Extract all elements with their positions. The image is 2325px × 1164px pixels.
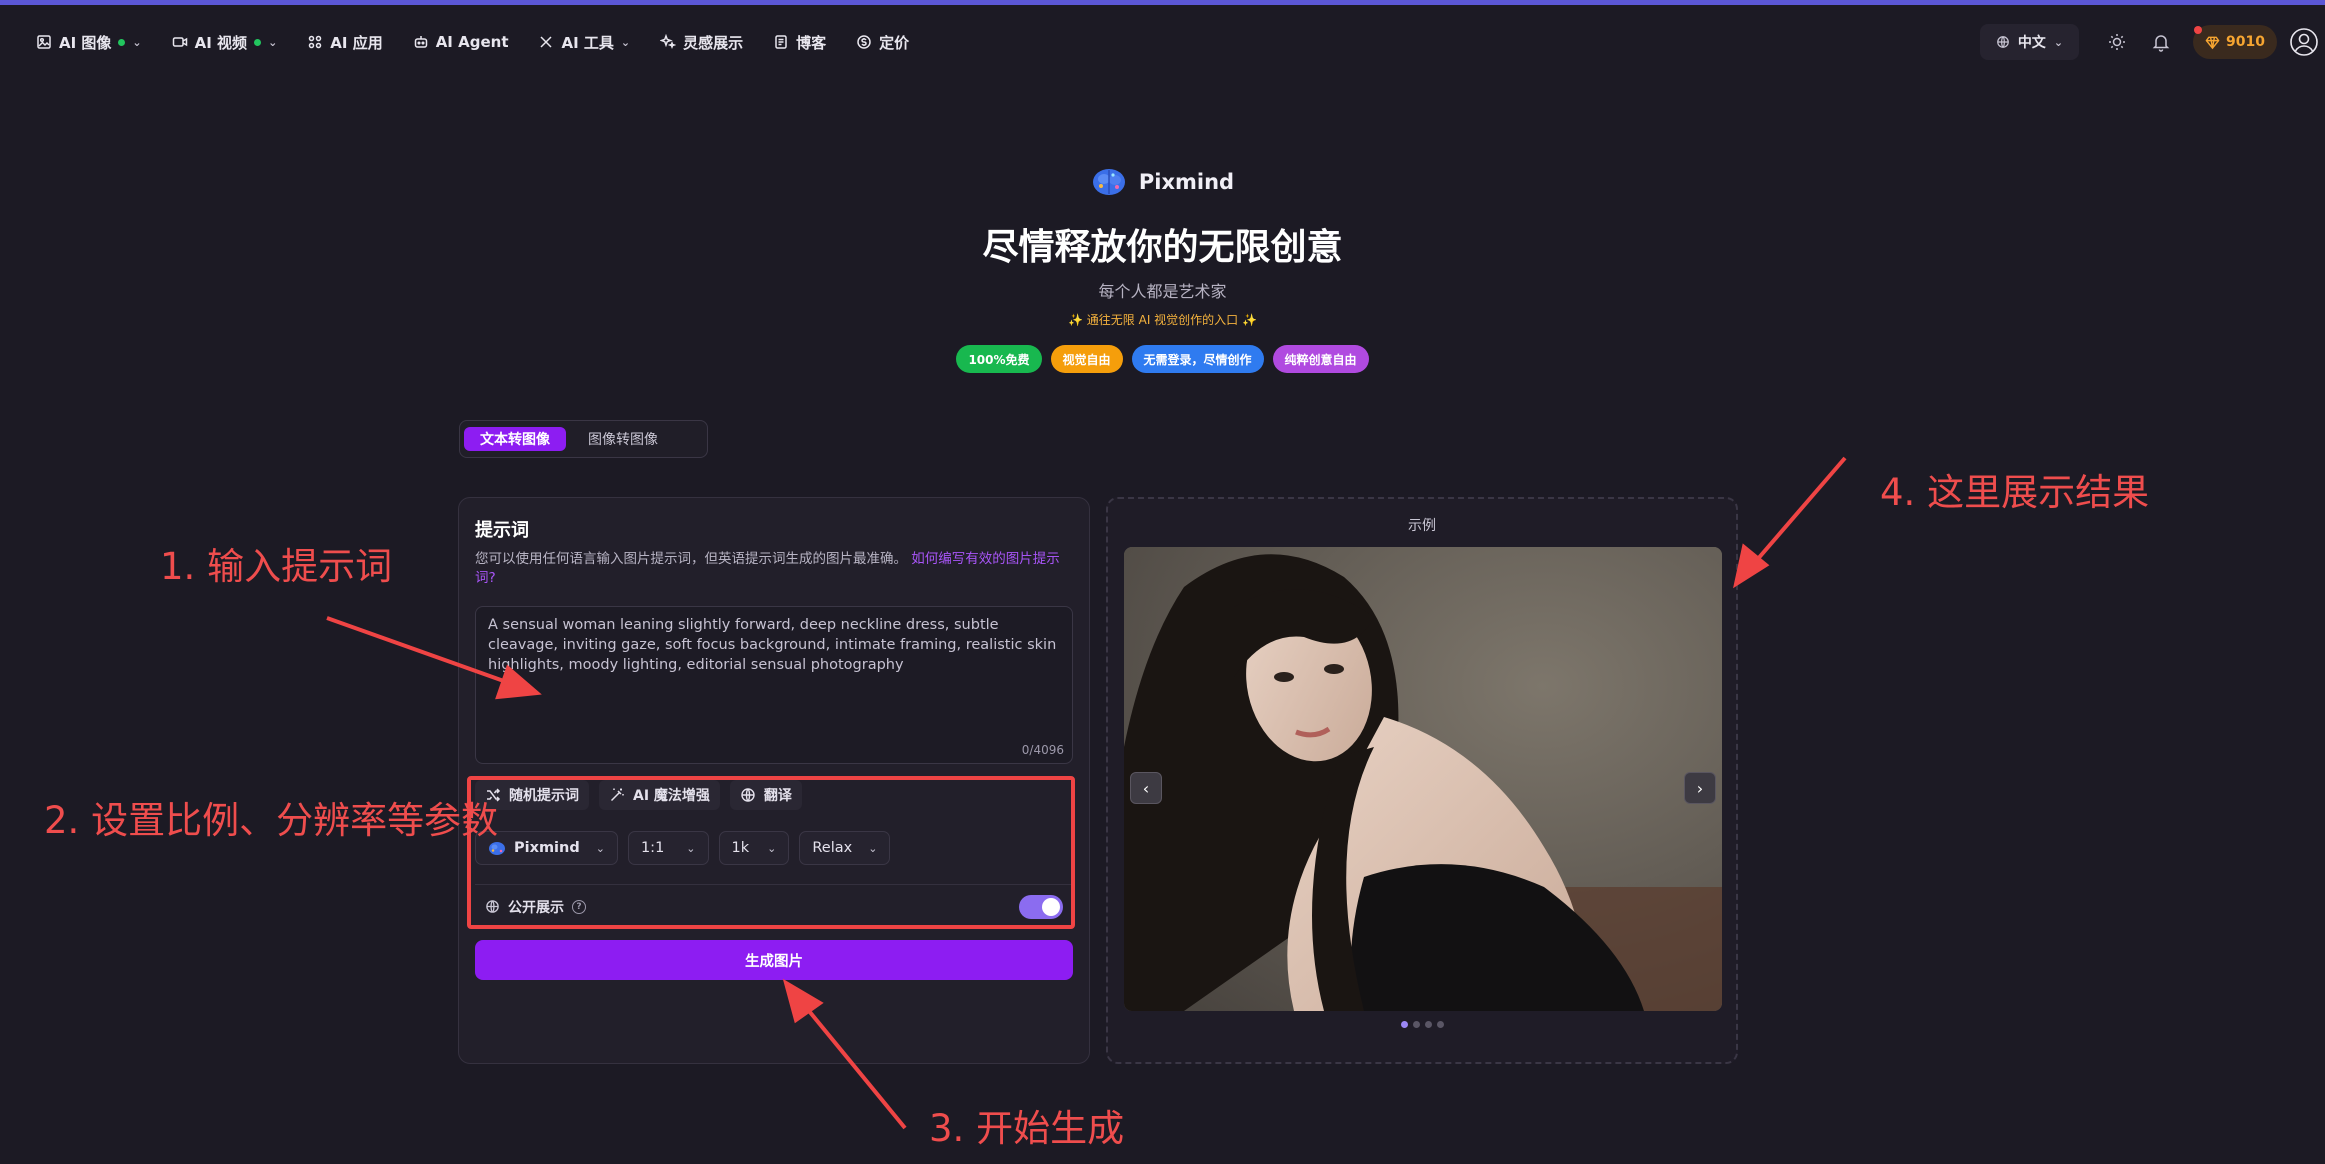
nav-actions: 中文 ⌄ 9010 — [1979, 5, 2325, 79]
nav-item-ai-agent[interactable]: AI Agent — [413, 33, 509, 51]
prompt-panel-title: 提示词 — [475, 520, 529, 541]
prev-slide-button[interactable]: ‹ — [1130, 772, 1162, 804]
image-icon — [37, 35, 51, 49]
nav-item-blog[interactable]: 博客 — [773, 32, 826, 53]
carousel-dot[interactable] — [1412, 1021, 1420, 1028]
nav-item-label: AI 图像 — [59, 33, 112, 52]
status-dot — [254, 38, 262, 46]
prompt-input[interactable]: A sensual woman leaning slightly forward… — [475, 606, 1073, 764]
feature-badge: 100%免费 — [956, 345, 1042, 373]
tools-icon — [540, 36, 553, 48]
price-icon — [857, 35, 871, 49]
feature-badges: 100%免费 视觉自由 无需登录，尽情创作 纯粹创意自由 — [0, 345, 2325, 373]
prompt-input-text[interactable]: A sensual woman leaning slightly forward… — [488, 615, 1062, 675]
page-title: 尽情释放你的无限创意 — [982, 227, 1343, 268]
diamond-icon — [2205, 36, 2220, 49]
nav-item-label: AI Agent — [435, 33, 509, 51]
nav-item-label: 定价 — [879, 33, 910, 52]
nav-menu: AI 图像 ⌄ AI 视频 ⌄ AI 应用 AI Agent AI 工具 ⌄ 灵… — [36, 5, 939, 79]
annotation-step2: 2. 设置比例、分辨率等参数 — [44, 799, 499, 842]
chevron-down-icon: ⌄ — [620, 35, 631, 49]
generate-image-button[interactable]: 生成图片 — [475, 940, 1073, 980]
robot-icon — [414, 36, 427, 48]
next-slide-button[interactable]: › — [1684, 772, 1716, 804]
user-avatar-icon[interactable] — [2289, 27, 2319, 57]
nav-item-label: AI 工具 — [561, 33, 614, 52]
video-icon — [172, 37, 187, 47]
sparkle-icon — [660, 34, 677, 50]
result-panel-label: 示例 — [1408, 518, 1436, 534]
points-badge[interactable]: 9010 — [2193, 25, 2277, 59]
chevron-down-icon: ⌄ — [268, 35, 278, 49]
notification-dot — [2194, 26, 2203, 34]
bell-icon — [2152, 35, 2170, 52]
page-tagline: ✨ 通往无限 AI 视觉创作的入口 ✨ — [1068, 313, 1257, 327]
result-panel: 示例 ‹ › — [1106, 497, 1738, 1064]
brand-name: Pixmind — [1138, 170, 1235, 194]
nav-item-label: AI 视频 — [194, 33, 248, 52]
language-label: 中文 — [2017, 35, 2046, 51]
chevron-down-icon: ⌄ — [132, 35, 142, 49]
page-subtitle: 每个人都是艺术家 — [1098, 282, 1227, 301]
sun-icon — [2109, 34, 2126, 50]
mode-tabs: 文本转图像 图像转图像 — [459, 420, 708, 458]
theme-toggle-button[interactable] — [2099, 24, 2135, 60]
prompt-description-text: 您可以使用任何语言输入图片提示词，但英语提示词生成的图片最准确。 — [475, 551, 907, 567]
feature-badge: 视觉自由 — [1050, 345, 1123, 373]
blog-icon — [775, 35, 787, 49]
carousel-dot[interactable] — [1436, 1021, 1444, 1028]
example-image: ‹ › — [1124, 547, 1722, 1011]
nav-item-inspiration[interactable]: 灵感展示 — [660, 32, 743, 53]
prompt-description: 您可以使用任何语言输入图片提示词，但英语提示词生成的图片最准确。 如何编写有效的… — [475, 550, 1075, 588]
apps-icon — [309, 35, 322, 49]
carousel-dots — [1108, 1021, 1736, 1028]
globe-icon — [1996, 36, 2009, 48]
char-counter: 0/4096 — [1021, 743, 1064, 757]
portrait-photo — [1124, 547, 1722, 1011]
annotation-step3: 3. 开始生成 — [929, 1107, 1125, 1150]
nav-item-pricing[interactable]: 定价 — [856, 32, 909, 53]
nav-item-label: 博客 — [796, 33, 827, 52]
nav-item-ai-apps[interactable]: AI 应用 — [307, 32, 383, 53]
notification-button[interactable] — [2143, 24, 2179, 60]
status-dot — [118, 38, 126, 46]
nav-item-label: 灵感展示 — [683, 33, 744, 52]
nav-item-ai-video[interactable]: AI 视频 ⌄ — [172, 32, 278, 53]
chevron-down-icon: ⌄ — [2053, 35, 2064, 49]
language-selector[interactable]: 中文 ⌄ — [1979, 24, 2080, 60]
nav-item-label: AI 应用 — [330, 33, 383, 52]
carousel-dot[interactable] — [1424, 1021, 1432, 1028]
brand: Pixmind — [0, 167, 2325, 197]
nav-item-ai-image[interactable]: AI 图像 ⌄ — [36, 32, 142, 53]
nav-item-ai-tools[interactable]: AI 工具 ⌄ — [538, 32, 630, 53]
tab-text-to-image[interactable]: 文本转图像 — [464, 427, 566, 451]
annotation-step1: 1. 输入提示词 — [160, 545, 393, 588]
brain-logo-icon — [1092, 169, 1125, 195]
annotation-highlight-box — [467, 776, 1075, 929]
points-value: 9010 — [2226, 34, 2265, 50]
feature-badge: 无需登录，尽情创作 — [1131, 345, 1264, 373]
tab-image-to-image[interactable]: 图像转图像 — [572, 427, 674, 451]
top-navbar: AI 图像 ⌄ AI 视频 ⌄ AI 应用 AI Agent AI 工具 ⌄ 灵… — [0, 5, 2325, 79]
annotation-step4: 4. 这里展示结果 — [1880, 471, 2150, 514]
carousel-dot[interactable] — [1400, 1021, 1408, 1028]
feature-badge: 纯粹创意自由 — [1272, 345, 1369, 373]
